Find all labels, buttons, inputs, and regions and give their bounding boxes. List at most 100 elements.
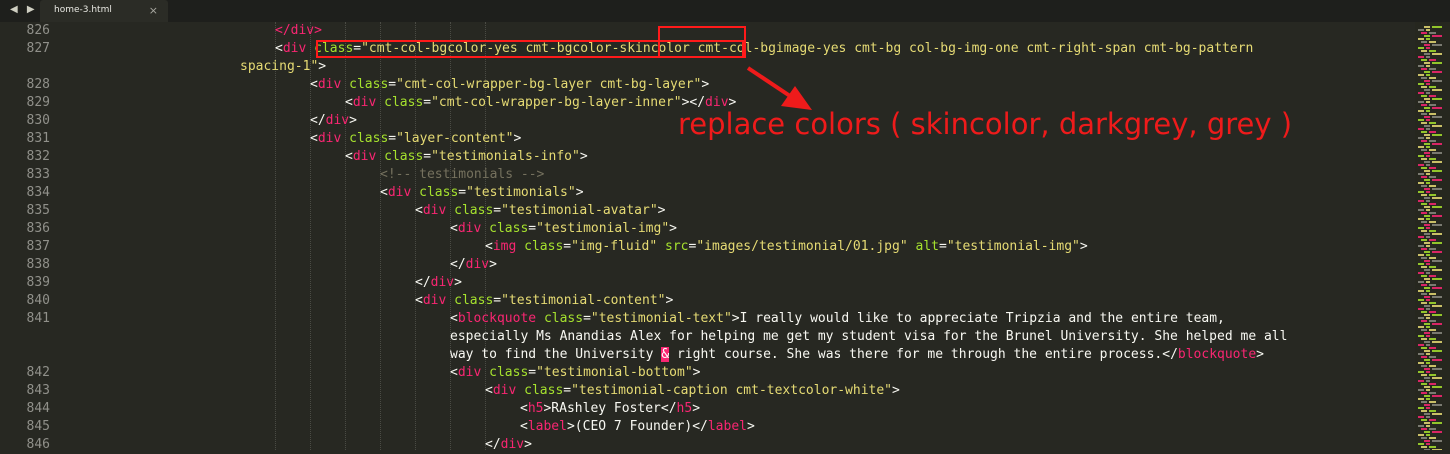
- minimap-stroke: [1429, 347, 1436, 349]
- code-token: >: [692, 365, 701, 380]
- tab-home-3[interactable]: home-3.html ×: [40, 0, 168, 22]
- minimap-stroke: [1429, 113, 1436, 115]
- code-text: <!-- testimonials -->: [380, 166, 544, 184]
- minimap-stroke: [1418, 254, 1424, 256]
- minimap-stroke: [1421, 50, 1427, 52]
- code-token: >: [692, 401, 701, 416]
- code-text: </div>: [450, 256, 497, 274]
- code-token: <: [450, 221, 458, 236]
- minimap-stroke: [1421, 185, 1427, 187]
- code-text: <div class="testimonials">: [380, 184, 584, 202]
- minimap-stroke: [1424, 215, 1430, 217]
- minimap-stroke: [1429, 338, 1436, 340]
- code-token: "testimonial-avatar": [501, 203, 658, 218]
- minimap-stroke: [1424, 116, 1430, 118]
- minimap-stroke: [1424, 233, 1430, 235]
- minimap-stroke: [1421, 149, 1427, 151]
- minimap-stroke: [1429, 257, 1436, 259]
- code-token: <: [345, 95, 353, 110]
- minimap-stroke: [1432, 305, 1442, 307]
- minimap-stroke: [1429, 230, 1436, 232]
- code-token: </: [415, 275, 431, 290]
- minimap-stroke: [1432, 278, 1442, 280]
- minimap-stroke: [1421, 401, 1427, 403]
- code-token: >(CEO 7 Founder)</: [566, 419, 708, 434]
- minimap-stroke: [1426, 110, 1430, 112]
- code-token: =: [528, 221, 537, 236]
- code-token: >: [665, 293, 674, 308]
- minimap-stroke: [1426, 173, 1430, 175]
- code-text: <div class="testimonial-img">: [450, 220, 677, 238]
- code-token: >: [747, 419, 755, 434]
- line-number: 834: [26, 185, 50, 200]
- minimap-stroke: [1418, 173, 1424, 175]
- minimap-stroke: [1418, 416, 1424, 418]
- minimap-stroke: [1424, 107, 1430, 109]
- minimap-stroke: [1429, 59, 1436, 61]
- code-token: class: [524, 239, 564, 254]
- minimap-stroke: [1418, 236, 1424, 238]
- code-token: class: [543, 311, 584, 326]
- minimap-stroke: [1426, 272, 1430, 274]
- code-token: <: [380, 185, 388, 200]
- minimap-stroke: [1426, 344, 1430, 346]
- minimap-stroke: [1418, 164, 1424, 166]
- code-token: >: [1256, 347, 1264, 362]
- code-token: >RAshley Foster</: [543, 401, 677, 416]
- minimap-stroke: [1418, 434, 1424, 436]
- line-number: 830: [26, 113, 50, 128]
- minimap-stroke: [1432, 269, 1442, 271]
- minimap-stroke: [1429, 176, 1436, 178]
- minimap-stroke: [1432, 170, 1442, 172]
- tab-nav-arrows-icon[interactable]: ◀ ▶: [10, 4, 38, 15]
- minimap-stroke: [1424, 71, 1430, 73]
- minimap-stroke: [1424, 188, 1430, 190]
- minimap-stroke: [1432, 62, 1442, 64]
- code-token: =: [528, 365, 537, 380]
- minimap-stroke: [1421, 113, 1427, 115]
- minimap-stroke: [1426, 200, 1430, 202]
- minimap-stroke: [1421, 338, 1427, 340]
- code-token: blockquote: [457, 311, 537, 326]
- minimap-stroke: [1429, 374, 1436, 376]
- code-token: "testimonial-bottom": [536, 365, 693, 380]
- minimap-stroke: [1429, 275, 1436, 277]
- minimap-stroke: [1432, 386, 1442, 388]
- minimap-stroke: [1421, 446, 1427, 448]
- minimap-stroke: [1426, 191, 1430, 193]
- minimap-stroke: [1424, 404, 1430, 406]
- minimap-stroke: [1424, 377, 1430, 379]
- minimap[interactable]: [1415, 22, 1450, 450]
- minimap-stroke: [1421, 59, 1427, 61]
- minimap-stroke: [1432, 431, 1442, 433]
- minimap-stroke: [1426, 65, 1430, 67]
- minimap-stroke: [1426, 380, 1430, 382]
- minimap-stroke: [1432, 368, 1442, 370]
- code-token: way to find the University: [450, 347, 662, 362]
- minimap-stroke: [1429, 203, 1436, 205]
- code-token: "cmt-col-wrapper-bg-layer cmt-bg-layer": [396, 77, 702, 92]
- minimap-stroke: [1426, 317, 1430, 319]
- minimap-stroke: [1421, 248, 1427, 250]
- minimap-stroke: [1424, 44, 1430, 46]
- code-token: =: [583, 311, 591, 326]
- minimap-stroke: [1429, 401, 1436, 403]
- minimap-stroke: [1424, 332, 1430, 334]
- code-token: &: [661, 347, 670, 362]
- code-token: div: [457, 365, 482, 380]
- code-token: div: [352, 149, 377, 164]
- minimap-stroke: [1426, 74, 1430, 76]
- code-text: <div class="layer-content">: [310, 130, 521, 148]
- minimap-stroke: [1432, 44, 1442, 46]
- minimap-stroke: [1421, 41, 1427, 43]
- minimap-stroke: [1421, 383, 1427, 385]
- close-icon[interactable]: ×: [149, 4, 158, 17]
- code-editor[interactable]: 826 </div> 827 <div class="cmt-col-bgcolor-…: [0, 22, 1450, 452]
- minimap-stroke: [1429, 167, 1436, 169]
- minimap-stroke: [1426, 416, 1430, 418]
- minimap-stroke: [1421, 104, 1427, 106]
- minimap-stroke: [1424, 323, 1430, 325]
- minimap-stroke: [1432, 251, 1442, 253]
- minimap-stroke: [1421, 329, 1427, 331]
